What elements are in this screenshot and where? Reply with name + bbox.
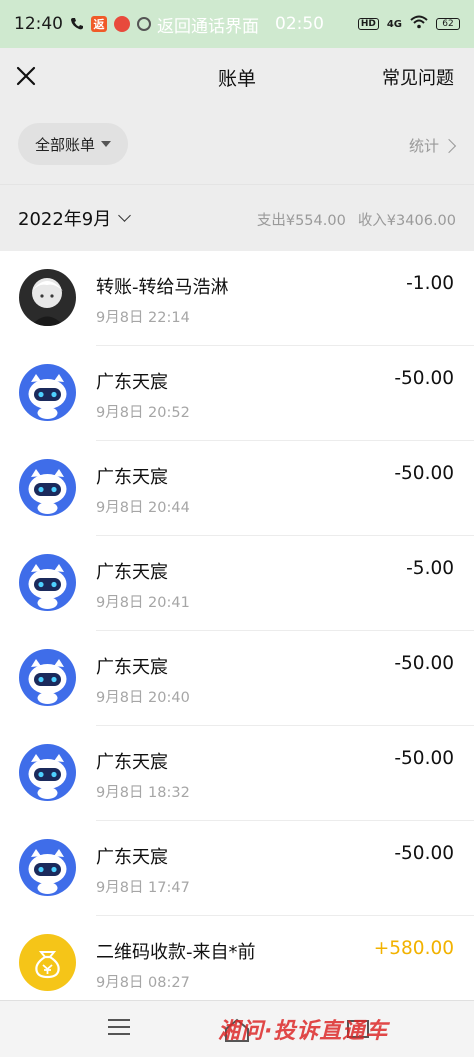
- robot-avatar: [19, 839, 76, 896]
- transaction-time: 9月8日 17:47: [96, 880, 190, 896]
- transaction-time: 9月8日 20:44: [96, 500, 190, 516]
- transaction-item[interactable]: 广东天宸 9月8日 20:41 -5.00: [0, 536, 474, 631]
- transaction-item[interactable]: 广东天宸 9月8日 20:44 -50.00: [0, 441, 474, 536]
- transaction-time: 9月8日 08:27: [96, 975, 190, 991]
- person-avatar: [19, 269, 76, 326]
- transaction-time: 9月8日 20:40: [96, 690, 190, 706]
- faq-link[interactable]: 常见问题: [382, 64, 454, 90]
- transaction-name: 广东天宸: [96, 562, 168, 583]
- transaction-amount: -1.00: [406, 273, 454, 294]
- stats-link[interactable]: 统计: [408, 135, 457, 156]
- transaction-amount: +580.00: [373, 938, 454, 959]
- return-to-call-link[interactable]: 返回通话界面: [157, 12, 259, 37]
- transaction-amount: -50.00: [394, 843, 454, 864]
- app-notification-icon: 返: [91, 16, 107, 32]
- transaction-time: 9月8日 20:52: [96, 405, 190, 421]
- transaction-name: 二维码收款-来自*前: [96, 942, 256, 963]
- transaction-time: 9月8日 20:41: [96, 595, 190, 611]
- transaction-item[interactable]: 广东天宸 9月8日 20:52 -50.00: [0, 346, 474, 441]
- robot-avatar: [19, 459, 76, 516]
- robot-avatar: [19, 649, 76, 706]
- transaction-amount: -50.00: [394, 368, 454, 389]
- filter-row: 全部账单 统计: [0, 104, 474, 184]
- robot-avatar: [19, 744, 76, 801]
- chevron-right-icon: [441, 138, 457, 153]
- call-duration: 02:50: [275, 14, 324, 34]
- wifi-icon: [410, 14, 428, 34]
- transaction-name: 转账-转给马浩淋: [96, 277, 229, 298]
- income-total: 收入¥3406.00: [357, 213, 456, 229]
- transaction-name: 广东天宸: [96, 847, 168, 868]
- transaction-amount: -5.00: [406, 558, 454, 579]
- transaction-item[interactable]: 广东天宸 9月8日 20:40 -50.00: [0, 631, 474, 726]
- map-notification-icon: [114, 16, 130, 32]
- robot-avatar: [19, 364, 76, 421]
- month-summary: 2022年9月 支出¥554.00 收入¥3406.00: [0, 184, 474, 251]
- bill-type-filter[interactable]: 全部账单: [18, 123, 128, 165]
- menu-icon[interactable]: [108, 1019, 130, 1037]
- transaction-name: 广东天宸: [96, 467, 168, 488]
- watermark: 湘问·投诉直通车: [218, 1019, 389, 1044]
- coin-bag-avatar: [19, 934, 76, 991]
- transaction-item[interactable]: 广东天宸 9月8日 17:47 -50.00: [0, 821, 474, 916]
- transaction-item[interactable]: 转账-转给马浩淋 9月8日 22:14 -1.00: [0, 251, 474, 346]
- stats-label: 统计: [408, 137, 439, 155]
- transaction-name: 广东天宸: [96, 372, 168, 393]
- top-bar: 账单 常见问题: [0, 48, 474, 104]
- signal-icon: 4G: [386, 18, 402, 30]
- transaction-name: 广东天宸: [96, 657, 168, 678]
- bill-type-label: 全部账单: [34, 135, 95, 154]
- transaction-item[interactable]: 广东天宸 9月8日 18:32 -50.00: [0, 726, 474, 821]
- caret-down-icon: [101, 141, 111, 147]
- month-totals: 支出¥554.00 收入¥3406.00: [257, 209, 456, 230]
- transaction-amount: -50.00: [394, 748, 454, 769]
- transaction-time: 9月8日 18:32: [96, 785, 190, 801]
- transaction-amount: -50.00: [394, 463, 454, 484]
- transaction-time: 9月8日 22:14: [96, 310, 190, 326]
- phone-icon: [70, 17, 84, 31]
- compass-notification-icon: [137, 17, 151, 31]
- chevron-down-icon: [118, 209, 132, 222]
- month-selector[interactable]: 2022年9月: [18, 205, 132, 231]
- robot-avatar: [19, 554, 76, 611]
- status-bar: 12:40 返 返回通话界面 02:50 HD 4G 62: [0, 0, 474, 48]
- system-nav-bar: 湘问·投诉直通车: [0, 1000, 474, 1057]
- battery-icon: 62: [436, 18, 460, 30]
- clock: 12:40: [14, 14, 63, 34]
- month-label: 2022年9月: [18, 209, 112, 230]
- transaction-item[interactable]: 二维码收款-来自*前 9月8日 08:27 +580.00: [0, 916, 474, 1011]
- transaction-amount: -50.00: [394, 653, 454, 674]
- hd-icon: HD: [357, 18, 379, 30]
- transaction-name: 广东天宸: [96, 752, 168, 773]
- transaction-list: 转账-转给马浩淋 9月8日 22:14 -1.00 广东天宸 9月8日 20:52 -50…: [0, 251, 474, 1011]
- expense-total: 支出¥554.00: [256, 213, 346, 229]
